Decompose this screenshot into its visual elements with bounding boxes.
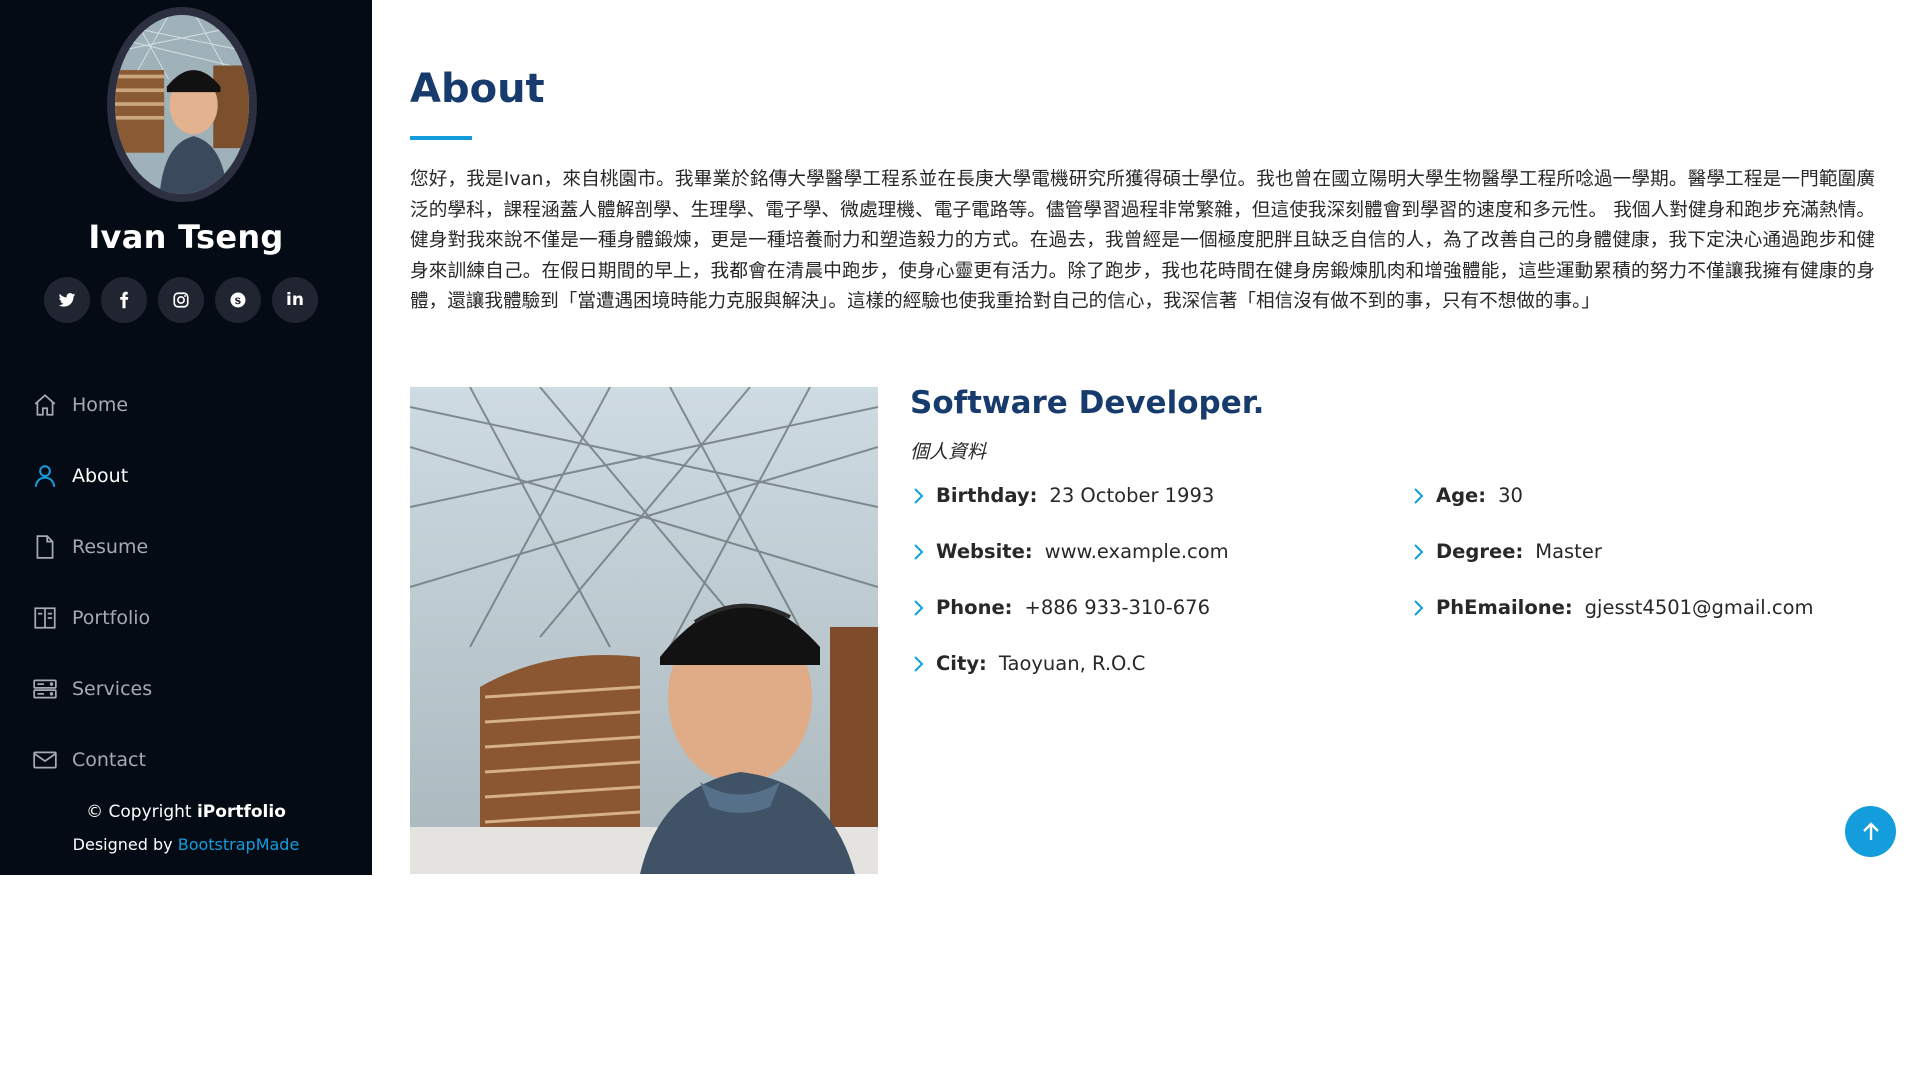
facebook-icon bbox=[120, 291, 129, 309]
avatar-photo bbox=[115, 15, 249, 194]
role-title: Software Developer. bbox=[910, 385, 1265, 421]
fact-birthday: Birthday: 23 October 1993 bbox=[910, 484, 1214, 507]
nav-item-label: Home bbox=[72, 393, 129, 416]
credits-prefix: Designed by bbox=[72, 835, 178, 854]
fact-label: Phone: bbox=[936, 596, 1013, 619]
nav-item-label: Portfolio bbox=[72, 606, 151, 629]
profile-avatar bbox=[107, 7, 257, 202]
twitter-link[interactable] bbox=[44, 277, 90, 323]
fact-label: Website: bbox=[936, 540, 1033, 563]
title-underline bbox=[410, 136, 472, 140]
fact-degree: Degree: Master bbox=[1410, 540, 1602, 563]
arrow-up-icon bbox=[1862, 821, 1879, 840]
nav-item-services[interactable]: Services bbox=[0, 653, 372, 724]
chevron-right-icon bbox=[910, 654, 928, 674]
envelope-icon bbox=[32, 747, 58, 773]
nav-item-contact[interactable]: Contact bbox=[0, 724, 372, 795]
facebook-link[interactable] bbox=[101, 277, 147, 323]
fact-value: gjesst4501@gmail.com bbox=[1584, 596, 1814, 619]
nav-item-label: Resume bbox=[72, 535, 149, 558]
credits: Designed by BootstrapMade bbox=[0, 835, 372, 854]
skype-icon bbox=[230, 292, 246, 308]
fact-value: Taoyuan, R.O.C bbox=[998, 652, 1146, 675]
chevron-right-icon bbox=[1410, 542, 1428, 562]
library-photo bbox=[410, 387, 878, 874]
fact-city: City: Taoyuan, R.O.C bbox=[910, 652, 1145, 675]
instagram-link[interactable] bbox=[158, 277, 204, 323]
home-icon bbox=[32, 392, 58, 418]
chevron-right-icon bbox=[910, 486, 928, 506]
nav-item-label: About bbox=[72, 464, 129, 487]
fact-value: 30 bbox=[1498, 484, 1523, 507]
fact-phone: Phone: +886 933-310-676 bbox=[910, 596, 1210, 619]
role-subtitle: 個人資料 bbox=[910, 441, 987, 463]
fact-label: PhEmailone: bbox=[1436, 596, 1573, 619]
person-icon bbox=[32, 463, 58, 489]
nav-item-label: Contact bbox=[72, 748, 146, 771]
nav-menu: Home About Resume Portfolio Services Con… bbox=[0, 369, 372, 795]
nav-item-resume[interactable]: Resume bbox=[0, 511, 372, 582]
fact-value: +886 933-310-676 bbox=[1024, 596, 1210, 619]
profile-name: Ivan Tseng bbox=[88, 218, 284, 256]
fact-label: Birthday: bbox=[936, 484, 1038, 507]
nav-item-label: Services bbox=[72, 677, 153, 700]
fact-email: PhEmailone: gjesst4501@gmail.com bbox=[1410, 596, 1814, 619]
fact-website: Website: www.example.com bbox=[910, 540, 1229, 563]
sidebar: Ivan Tseng in Home About Resume Portfoli… bbox=[0, 0, 372, 875]
linkedin-link[interactable]: in bbox=[272, 277, 318, 323]
back-to-top-button[interactable] bbox=[1845, 806, 1896, 857]
skype-link[interactable] bbox=[215, 277, 261, 323]
nav-item-about[interactable]: About bbox=[0, 440, 372, 511]
section-title: About bbox=[410, 66, 545, 112]
chevron-right-icon bbox=[910, 542, 928, 562]
fact-value: 23 October 1993 bbox=[1049, 484, 1215, 507]
copyright-prefix: © Copyright bbox=[86, 802, 197, 822]
linkedin-icon: in bbox=[286, 290, 304, 310]
fact-age: Age: 30 bbox=[1410, 484, 1523, 507]
profile-photo bbox=[410, 387, 878, 874]
chevron-right-icon bbox=[1410, 598, 1428, 618]
copyright: © Copyright iPortfolio bbox=[0, 802, 372, 822]
instagram-icon bbox=[173, 292, 189, 308]
chevron-right-icon bbox=[1410, 486, 1428, 506]
bootstrapmade-link[interactable]: BootstrapMade bbox=[178, 835, 300, 854]
about-intro: 您好，我是Ivan，來自桃園市。我畢業於銘傳大學醫學工程系並在長庚大學電機研究所… bbox=[410, 169, 1875, 312]
social-links: in bbox=[44, 277, 318, 323]
fact-label: Age: bbox=[1436, 484, 1487, 507]
fact-value: Master bbox=[1535, 540, 1602, 563]
nav-item-home[interactable]: Home bbox=[0, 369, 372, 440]
fact-label: Degree: bbox=[1436, 540, 1524, 563]
fact-label: City: bbox=[936, 652, 987, 675]
file-icon bbox=[32, 534, 58, 560]
nav-item-portfolio[interactable]: Portfolio bbox=[0, 582, 372, 653]
book-icon bbox=[32, 605, 58, 631]
twitter-icon bbox=[58, 293, 76, 307]
fact-value: www.example.com bbox=[1044, 540, 1229, 563]
server-icon bbox=[32, 676, 58, 702]
copyright-brand: iPortfolio bbox=[196, 802, 286, 822]
chevron-right-icon bbox=[910, 598, 928, 618]
